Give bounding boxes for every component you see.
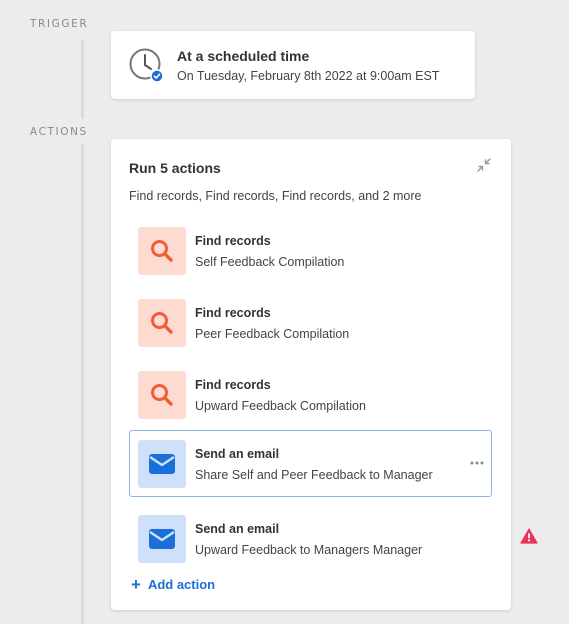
actions-rail [81, 144, 84, 624]
action-name: Send an email [195, 447, 280, 461]
action-description: Self Feedback Compilation [195, 255, 345, 269]
action-item-find-upward[interactable]: Find records Upward Feedback Compilation [129, 363, 492, 427]
trigger-rail [81, 40, 84, 119]
action-description: Share Self and Peer Feedback to Manager [195, 468, 433, 482]
search-icon [151, 240, 173, 262]
trigger-subtitle: On Tuesday, February 8th 2022 at 9:00am … [177, 69, 440, 83]
action-icon-tile [138, 371, 186, 419]
action-item-email-managers-manager[interactable]: Send an email Upward Feedback to Manager… [129, 507, 492, 571]
action-icon-tile [138, 299, 186, 347]
action-icon-tile [138, 515, 186, 563]
action-name: Find records [195, 378, 271, 392]
actions-subtitle: Find records, Find records, Find records… [129, 189, 422, 203]
action-name: Find records [195, 306, 271, 320]
trigger-section-label: TRIGGER [30, 18, 89, 30]
action-icon-tile [138, 440, 186, 488]
action-description: Peer Feedback Compilation [195, 327, 350, 341]
action-item-find-self[interactable]: Find records Self Feedback Compilation [129, 219, 492, 283]
action-icon-tile [138, 227, 186, 275]
action-name: Send an email [195, 522, 280, 536]
action-description: Upward Feedback to Managers Manager [195, 543, 423, 557]
clock-icon [129, 48, 164, 83]
action-item-find-peer[interactable]: Find records Peer Feedback Compilation [129, 291, 492, 355]
more-options-icon[interactable] [470, 461, 484, 465]
action-item-email-manager[interactable]: Send an email Share Self and Peer Feedba… [129, 430, 492, 497]
action-name: Find records [195, 234, 271, 248]
add-action-label: Add action [147, 577, 216, 592]
envelope-icon [149, 454, 175, 474]
actions-card: Run 5 actions Find records, Find records… [111, 139, 511, 610]
search-icon [151, 384, 173, 406]
action-description: Upward Feedback Compilation [195, 399, 366, 413]
trigger-title: At a scheduled time [177, 48, 310, 64]
actions-section-label: ACTIONS [30, 126, 88, 138]
add-action-button[interactable]: + Add action [131, 576, 215, 593]
search-icon [151, 312, 173, 334]
collapse-icon[interactable] [476, 157, 492, 173]
envelope-icon [149, 529, 175, 549]
warning-icon[interactable] [520, 528, 538, 544]
trigger-card[interactable]: At a scheduled time On Tuesday, February… [111, 31, 475, 99]
plus-icon: + [131, 575, 141, 594]
actions-title: Run 5 actions [129, 160, 221, 176]
